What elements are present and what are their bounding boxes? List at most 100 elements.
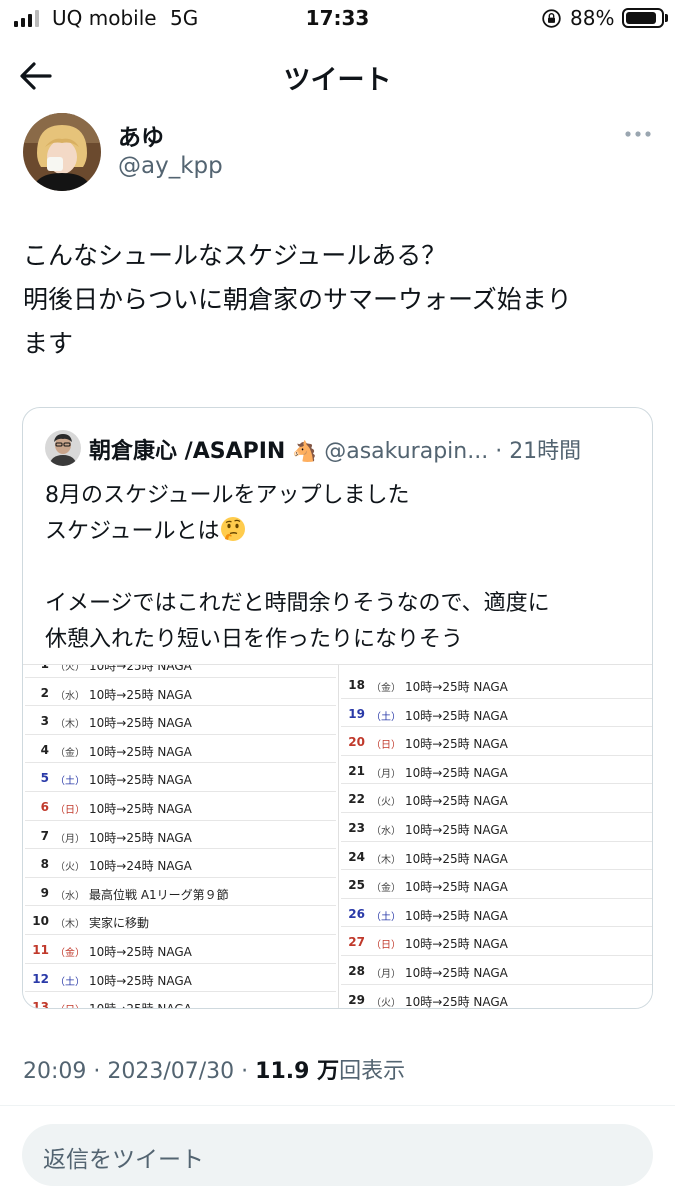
quoted-tweet-header: 朝倉康心 /ASAPIN 🐴 @asakurapin... · 21時間 xyxy=(89,433,581,465)
schedule-event: 10時→25時 NAGA xyxy=(89,1000,192,1008)
schedule-event: 10時→25時 NAGA xyxy=(405,680,508,694)
schedule-event: 10時→25時 NAGA xyxy=(405,851,508,866)
schedule-day: 21 xyxy=(348,763,365,778)
views-count[interactable]: 11.9 万 xyxy=(255,1059,339,1084)
quoted-text-line: イメージではこれだと時間余りそうなので、適度に xyxy=(45,591,550,616)
schedule-weekday: （土） xyxy=(55,776,85,788)
schedule-weekday: （火） xyxy=(55,664,85,673)
quoted-text-line: 8月のスケジュールをアップしました xyxy=(45,483,410,508)
schedule-day: 6 xyxy=(40,799,49,814)
schedule-row: 3 （木） 10時→25時 NAGA xyxy=(25,706,336,735)
schedule-row: 28 （月） 10時→25時 NAGA xyxy=(341,956,652,985)
schedule-event: 10時→25時 NAGA xyxy=(405,880,508,895)
tweet-meta: 20:09 · 2023/07/30 · 11.9 万回表示 xyxy=(23,1053,405,1085)
reply-placeholder: 返信をツイート xyxy=(43,1147,204,1173)
schedule-day: 5 xyxy=(40,771,49,786)
quoted-text-span: スケジュールとは xyxy=(45,519,220,544)
schedule-day: 9 xyxy=(40,885,49,900)
schedule-day: 1 xyxy=(40,664,49,671)
schedule-weekday: （水） xyxy=(371,825,401,837)
quoted-text-line: 休憩入れたり短い日を作ったりになりそう xyxy=(45,627,464,652)
quoted-author-handle[interactable]: @asakurapin... xyxy=(324,439,488,464)
schedule-day: 2 xyxy=(40,685,49,700)
divider xyxy=(0,1105,675,1106)
horse-emoji: 🐴 xyxy=(292,439,318,463)
quoted-time: 21時間 xyxy=(509,439,582,464)
schedule-event: 10時→25時 NAGA xyxy=(405,994,508,1009)
schedule-row: 4 （金） 10時→25時 NAGA xyxy=(25,735,336,764)
schedule-image[interactable]: 1 （火） 10時→25時 NAGA 2 （水） 10時→25時 NAGA 3 （木） 10時→… xyxy=(23,664,652,1009)
reply-input[interactable]: 返信をツイート xyxy=(22,1124,653,1186)
schedule-row: 21 （月） 10時→25時 NAGA xyxy=(341,756,652,785)
schedule-weekday: （土） xyxy=(371,911,401,923)
schedule-row: 7 （月） 10時→25時 NAGA xyxy=(25,821,336,850)
schedule-row: 9 （水） 最高位戦 A1リーグ第９節 xyxy=(25,878,336,907)
schedule-day: 8 xyxy=(40,857,49,872)
schedule-row: 22 （火） 10時→25時 NAGA xyxy=(341,784,652,813)
rotation-lock-icon xyxy=(542,9,561,28)
schedule-day: 23 xyxy=(348,820,365,835)
schedule-event: 10時→25時 NAGA xyxy=(89,664,192,673)
schedule-weekday: （木） xyxy=(55,719,85,731)
schedule-event: 10時→25時 NAGA xyxy=(405,965,508,980)
author-handle[interactable]: @ay_kpp xyxy=(118,153,223,179)
schedule-weekday: （水） xyxy=(55,890,85,902)
schedule-event: 10時→25時 NAGA xyxy=(89,687,192,702)
schedule-weekday: （水） xyxy=(55,690,85,702)
schedule-row: 13 （日） 10時→25時 NAGA xyxy=(25,992,336,1008)
quoted-author-name[interactable]: 朝倉康心 /ASAPIN xyxy=(89,439,285,464)
schedule-day: 3 xyxy=(40,714,49,729)
schedule-day: 24 xyxy=(348,849,365,864)
schedule-weekday: （金） xyxy=(55,747,85,759)
quoted-tweet-card[interactable]: 朝倉康心 /ASAPIN 🐴 @asakurapin... · 21時間 8月の… xyxy=(22,407,653,1009)
schedule-row: 23 （水） 10時→25時 NAGA xyxy=(341,813,652,842)
schedule-event: 10時→25時 NAGA xyxy=(89,801,192,816)
schedule-day: 25 xyxy=(348,878,365,893)
schedule-day: 12 xyxy=(32,971,49,986)
schedule-row: 24 （木） 10時→25時 NAGA xyxy=(341,842,652,871)
schedule-row: 1 （火） 10時→25時 NAGA xyxy=(25,664,336,678)
schedule-row: 18 （金） 10時→25時 NAGA xyxy=(341,670,652,699)
schedule-day: 11 xyxy=(32,942,49,957)
schedule-event: 実家に移動 xyxy=(89,916,150,931)
schedule-weekday: （日） xyxy=(55,804,85,816)
schedule-event: 10時→25時 NAGA xyxy=(89,744,192,759)
schedule-day: 18 xyxy=(348,678,365,692)
schedule-row: 8 （火） 10時→24時 NAGA xyxy=(25,849,336,878)
schedule-weekday: （木） xyxy=(371,854,401,866)
schedule-event: 10時→25時 NAGA xyxy=(405,708,508,723)
schedule-event: 10時→24時 NAGA xyxy=(89,859,192,874)
schedule-day: 20 xyxy=(348,735,365,750)
quoted-text-line xyxy=(45,550,635,586)
schedule-day: 10 xyxy=(32,914,49,929)
schedule-row: 2 （水） 10時→25時 NAGA xyxy=(25,678,336,707)
views-label: 回表示 xyxy=(339,1059,406,1084)
schedule-event: 10時→25時 NAGA xyxy=(405,908,508,923)
top-bar: ツイート xyxy=(0,46,675,106)
schedule-weekday: （土） xyxy=(371,711,401,723)
status-bar: UQ mobile 5G 17:33 88% xyxy=(0,0,675,38)
author-name[interactable]: あゆ xyxy=(118,118,164,152)
back-arrow-icon[interactable] xyxy=(16,58,56,94)
schedule-day: 28 xyxy=(348,963,365,978)
thinking-face-icon xyxy=(221,517,246,541)
schedule-weekday: （金） xyxy=(371,883,401,895)
schedule-weekday: （火） xyxy=(55,862,85,874)
schedule-row: 12 （土） 10時→25時 NAGA xyxy=(25,964,336,993)
schedule-day: 19 xyxy=(348,706,365,721)
schedule-day: 27 xyxy=(348,935,365,950)
schedule-weekday: （日） xyxy=(55,1001,85,1008)
schedule-event: 10時→25時 NAGA xyxy=(89,944,192,959)
schedule-day: 22 xyxy=(348,792,365,807)
quoted-avatar[interactable] xyxy=(45,430,81,466)
avatar[interactable] xyxy=(23,113,101,191)
column-divider xyxy=(338,665,339,1008)
tweet-text-line: ます xyxy=(23,329,74,358)
schedule-weekday: （土） xyxy=(55,976,85,988)
schedule-weekday: （木） xyxy=(55,919,85,931)
more-dots-icon[interactable] xyxy=(622,124,654,144)
battery-cap xyxy=(665,14,668,22)
schedule-row: 29 （火） 10時→25時 NAGA xyxy=(341,985,652,1009)
schedule-row: 26 （土） 10時→25時 NAGA xyxy=(341,899,652,928)
schedule-row: 6 （日） 10時→25時 NAGA xyxy=(25,792,336,821)
